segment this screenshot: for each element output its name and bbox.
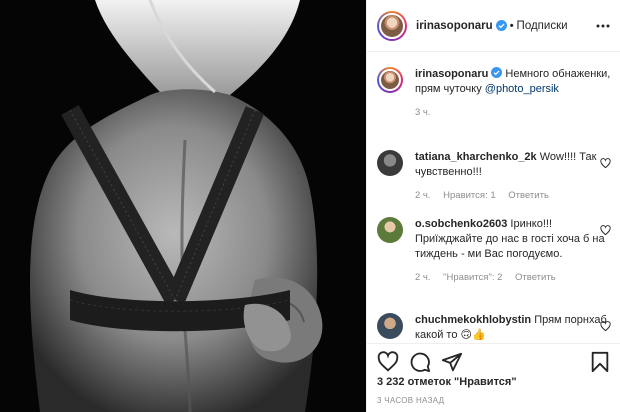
comment-item: chuchmekokhlobystin Прям порнхаб какой т… bbox=[377, 313, 611, 343]
comment-likes[interactable]: Нравится: 1 bbox=[443, 190, 495, 201]
commenter-avatar[interactable] bbox=[377, 150, 403, 176]
caption-author-avatar[interactable] bbox=[377, 67, 403, 93]
more-options-icon[interactable] bbox=[595, 18, 611, 34]
comment-icon[interactable] bbox=[409, 351, 431, 373]
caption-meta: 3 ч. bbox=[415, 107, 611, 118]
comment-author[interactable]: o.sobchenko2603 bbox=[415, 218, 507, 230]
comment-author[interactable]: chuchmekokhlobystin bbox=[415, 314, 531, 326]
photo-artwork bbox=[0, 0, 366, 412]
comment-item: tatiana_kharchenko_2k Wow!!!! Так чувств… bbox=[377, 150, 611, 201]
verified-badge-icon bbox=[491, 67, 503, 78]
bookmark-icon[interactable] bbox=[589, 351, 611, 373]
caption-time[interactable]: 3 ч. bbox=[415, 107, 431, 118]
reply-button[interactable]: Ответить bbox=[508, 190, 549, 201]
comment-meta: 2 ч. "Нравится": 2 Ответить bbox=[415, 272, 611, 283]
caption-author[interactable]: irinasoponaru bbox=[415, 68, 488, 80]
heart-icon[interactable] bbox=[377, 351, 399, 373]
commenter-avatar[interactable] bbox=[377, 313, 403, 339]
post-actions-bar bbox=[367, 343, 620, 376]
likes-count[interactable]: 3 232 отметок "Нравится" bbox=[377, 376, 517, 388]
like-comment-heart-icon[interactable] bbox=[600, 321, 611, 332]
comments-list[interactable]: irinasoponaru Немного обнаженки, прям чу… bbox=[367, 53, 620, 343]
post-caption: irinasoponaru Немного обнаженки, прям чу… bbox=[377, 67, 611, 118]
author-avatar[interactable] bbox=[377, 10, 407, 41]
author-username[interactable]: irinasoponaru bbox=[416, 20, 493, 32]
following-button[interactable]: Подписки bbox=[517, 20, 568, 32]
comment-time[interactable]: 2 ч. bbox=[415, 190, 431, 201]
verified-badge-icon bbox=[495, 20, 507, 31]
comment-time[interactable]: 2 ч. bbox=[415, 272, 431, 283]
reply-button[interactable]: Ответить bbox=[515, 272, 556, 283]
comment-item: o.sobchenko2603 Іринко!!! Приїжджайте до… bbox=[377, 217, 611, 283]
post-side-panel: irinasoponaru • Подписки irinasoponaru Н… bbox=[366, 0, 620, 412]
comment-author[interactable]: tatiana_kharchenko_2k bbox=[415, 151, 537, 163]
commenter-avatar[interactable] bbox=[377, 217, 403, 243]
post-header: irinasoponaru • Подписки bbox=[367, 0, 620, 52]
like-comment-heart-icon[interactable] bbox=[600, 225, 611, 236]
instagram-post: irinasoponaru • Подписки irinasoponaru Н… bbox=[0, 0, 620, 412]
comment-meta: 2 ч. Нравится: 1 Ответить bbox=[415, 190, 611, 201]
share-icon[interactable] bbox=[441, 351, 463, 373]
caption-mention[interactable]: @photo_persik bbox=[485, 83, 559, 95]
like-comment-heart-icon[interactable] bbox=[600, 158, 611, 169]
header-separator: • bbox=[509, 19, 514, 32]
comment-likes[interactable]: "Нравится": 2 bbox=[443, 272, 502, 283]
post-photo[interactable] bbox=[0, 0, 366, 412]
post-timestamp[interactable]: 3 ЧАСОВ НАЗАД bbox=[377, 396, 444, 405]
